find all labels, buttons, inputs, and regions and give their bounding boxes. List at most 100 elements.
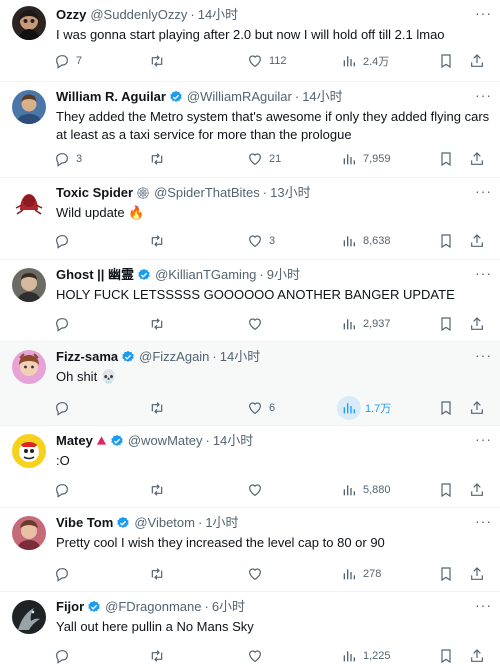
views-button[interactable]: 1.7万 — [337, 396, 391, 420]
retweet-button[interactable] — [149, 479, 171, 501]
retweet-button[interactable] — [149, 563, 171, 585]
like-button[interactable] — [247, 479, 269, 501]
more-icon[interactable]: ··· — [475, 266, 492, 280]
views-button[interactable]: 8,638 — [341, 230, 391, 252]
timestamp[interactable]: 13小时 — [270, 184, 310, 201]
bookmark-button[interactable] — [438, 397, 454, 419]
avatar[interactable] — [12, 600, 46, 634]
retweet-icon — [149, 233, 165, 249]
reply-button[interactable] — [54, 313, 76, 335]
avatar[interactable] — [12, 90, 46, 124]
display-name[interactable]: Fijor — [56, 598, 84, 615]
tweet-card[interactable]: Toxic Spider @SpiderThatBites · 13小时 Wil… — [0, 178, 500, 260]
like-button[interactable] — [247, 563, 269, 585]
views-button[interactable]: 278 — [341, 563, 381, 585]
tweet-card[interactable]: Ozzy @SuddenlyOzzy · 14小时 I was gonna st… — [0, 0, 500, 82]
avatar[interactable] — [12, 6, 46, 40]
share-button[interactable] — [469, 563, 485, 585]
display-name[interactable]: Fizz-sama — [56, 348, 118, 365]
more-icon[interactable]: ··· — [475, 6, 492, 20]
bookmark-button[interactable] — [438, 479, 454, 501]
user-handle[interactable]: @WilliamRAguilar — [187, 88, 292, 105]
timestamp[interactable]: 14小时 — [198, 6, 238, 23]
display-name[interactable]: Matey — [56, 432, 93, 449]
retweet-button[interactable] — [149, 645, 171, 667]
views-button[interactable]: 2.4万 — [341, 50, 389, 72]
display-name[interactable]: Ghost || 幽霊 — [56, 266, 134, 283]
reply-button[interactable]: 7 — [54, 50, 82, 72]
tweet-card[interactable]: Vibe Tom @Vibetom · 1小时 Pretty cool I wi… — [0, 508, 500, 592]
timestamp[interactable]: 9小时 — [267, 266, 300, 283]
more-icon[interactable]: ··· — [475, 88, 492, 102]
retweet-icon — [149, 566, 165, 582]
like-button[interactable]: 6 — [247, 397, 275, 419]
timestamp[interactable]: 14小时 — [213, 432, 253, 449]
bookmark-button[interactable] — [438, 645, 454, 667]
more-icon[interactable]: ··· — [475, 184, 492, 198]
retweet-button[interactable] — [149, 230, 171, 252]
share-button[interactable] — [469, 397, 485, 419]
bookmark-button[interactable] — [438, 313, 454, 335]
reply-button[interactable] — [54, 563, 76, 585]
retweet-button[interactable] — [149, 397, 171, 419]
reply-button[interactable] — [54, 230, 76, 252]
user-handle[interactable]: @Vibetom — [134, 514, 195, 531]
display-name[interactable]: William R. Aguilar — [56, 88, 166, 105]
like-button[interactable]: 112 — [247, 50, 287, 72]
like-button[interactable] — [247, 645, 269, 667]
display-name[interactable]: Ozzy — [56, 6, 86, 23]
display-name[interactable]: Vibe Tom — [56, 514, 113, 531]
user-handle[interactable]: @FizzAgain — [139, 348, 209, 365]
user-handle[interactable]: @SpiderThatBites — [154, 184, 260, 201]
views-button[interactable]: 7,959 — [341, 148, 391, 170]
retweet-button[interactable] — [149, 50, 171, 72]
share-button[interactable] — [469, 148, 485, 170]
views-button[interactable]: 1,225 — [341, 645, 391, 667]
tweet-card[interactable]: Fizz-sama @FizzAgain · 14小时 Oh shit 💀 ··… — [0, 342, 500, 426]
avatar[interactable] — [12, 434, 46, 468]
share-icon — [469, 400, 485, 416]
share-button[interactable] — [469, 645, 485, 667]
like-button[interactable]: 3 — [247, 230, 275, 252]
reply-button[interactable]: 3 — [54, 148, 82, 170]
avatar[interactable] — [12, 268, 46, 302]
like-button[interactable] — [247, 313, 269, 335]
action-bar: 6 1.7万 — [50, 396, 488, 420]
share-button[interactable] — [469, 50, 485, 72]
bookmark-button[interactable] — [438, 230, 454, 252]
reply-button[interactable] — [54, 645, 76, 667]
timestamp[interactable]: 14小时 — [302, 88, 342, 105]
share-button[interactable] — [469, 313, 485, 335]
reply-button[interactable] — [54, 397, 76, 419]
views-button[interactable]: 5,880 — [341, 479, 391, 501]
bookmark-button[interactable] — [438, 148, 454, 170]
like-button[interactable]: 21 — [247, 148, 281, 170]
display-name[interactable]: Toxic Spider — [56, 184, 133, 201]
tweet-card[interactable]: Ghost || 幽霊 @KillianTGaming · 9小时 HOLY F… — [0, 260, 500, 342]
tweet-card[interactable]: Matey @wowMatey · 14小时 :O ··· 5,880 — [0, 426, 500, 508]
retweet-button[interactable] — [149, 148, 171, 170]
user-handle[interactable]: @SuddenlyOzzy — [90, 6, 187, 23]
share-button[interactable] — [469, 230, 485, 252]
timestamp[interactable]: 14小时 — [220, 348, 260, 365]
avatar[interactable] — [12, 350, 46, 384]
tweet-card[interactable]: Fijor @FDragonmane · 6小时 Yall out here p… — [0, 592, 500, 672]
tweet-card[interactable]: William R. Aguilar @WilliamRAguilar · 14… — [0, 82, 500, 178]
timestamp[interactable]: 6小时 — [212, 598, 245, 615]
bookmark-button[interactable] — [438, 563, 454, 585]
bookmark-button[interactable] — [438, 50, 454, 72]
user-handle[interactable]: @wowMatey — [128, 432, 203, 449]
more-icon[interactable]: ··· — [475, 348, 492, 362]
more-icon[interactable]: ··· — [475, 432, 492, 446]
share-button[interactable] — [469, 479, 485, 501]
more-icon[interactable]: ··· — [475, 598, 492, 612]
more-icon[interactable]: ··· — [475, 514, 492, 528]
avatar[interactable] — [12, 186, 46, 220]
views-button[interactable]: 2,937 — [341, 313, 391, 335]
avatar[interactable] — [12, 516, 46, 550]
user-handle[interactable]: @FDragonmane — [105, 598, 201, 615]
reply-button[interactable] — [54, 479, 76, 501]
user-handle[interactable]: @KillianTGaming — [155, 266, 256, 283]
retweet-button[interactable] — [149, 313, 171, 335]
timestamp[interactable]: 1小时 — [205, 514, 238, 531]
